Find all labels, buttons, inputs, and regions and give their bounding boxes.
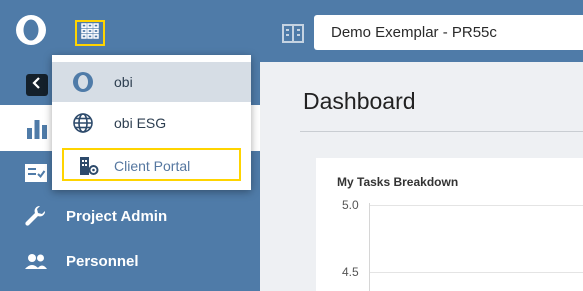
y-axis-line	[369, 203, 370, 291]
gridline-5-0	[369, 205, 583, 206]
app-menu-label: obi ESG	[114, 115, 167, 131]
page-title: Dashboard	[303, 88, 416, 114]
y-tick-label: 5.0	[342, 198, 359, 212]
sidebar-item-personnel[interactable]: Personnel	[66, 253, 139, 270]
y-tick-label: 4.5	[342, 265, 359, 279]
gridline-4-5	[369, 272, 583, 273]
app-switcher-menu: obi obi ESG Client Portal	[52, 55, 251, 190]
sidebar-item-project-admin[interactable]: Project Admin	[66, 208, 167, 225]
app-menu-item-obi[interactable]: obi	[52, 62, 251, 102]
people-icon[interactable]	[24, 250, 48, 274]
app-menu-item-client-portal[interactable]: Client Portal	[62, 148, 241, 181]
portal-building-icon	[78, 155, 100, 177]
building-icon	[282, 22, 304, 44]
checklist-icon[interactable]	[24, 161, 48, 185]
obi-logo-icon	[72, 71, 94, 93]
chevron-left-icon	[32, 76, 42, 94]
bar-chart-icon	[25, 117, 49, 141]
apps-grid-button[interactable]	[75, 20, 105, 46]
globe-icon	[72, 112, 94, 134]
title-divider	[300, 131, 583, 132]
app-menu-item-obi-esg[interactable]: obi ESG	[52, 103, 251, 143]
obi-logo-icon[interactable]	[15, 14, 47, 46]
wrench-icon[interactable]	[24, 205, 48, 229]
grid-icon	[81, 22, 99, 44]
app-menu-label: obi	[114, 74, 133, 90]
app-menu-label: Client Portal	[114, 158, 191, 174]
project-selector[interactable]: Demo Exemplar - PR55c	[314, 15, 583, 50]
card-title: My Tasks Breakdown	[337, 175, 459, 189]
sidebar-collapse-button[interactable]	[26, 74, 48, 96]
